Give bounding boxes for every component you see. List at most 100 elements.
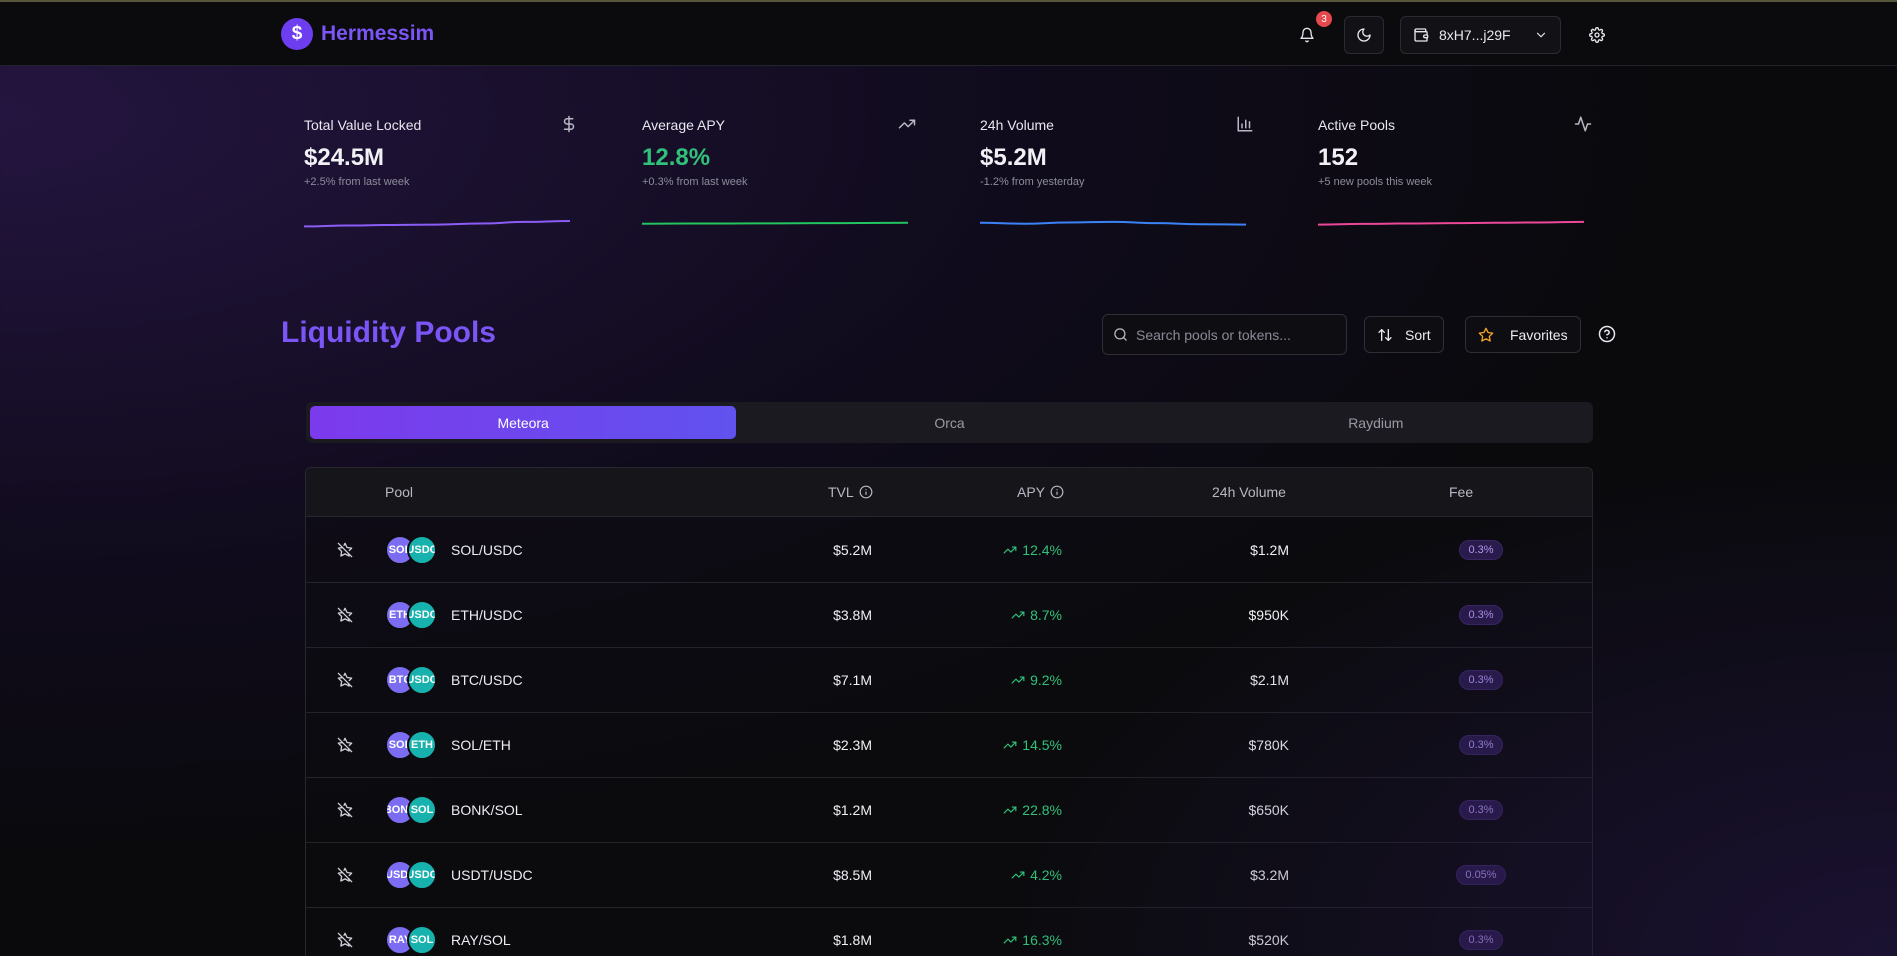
pool-apy-value: 12.4% [1022, 542, 1062, 558]
chevron-down-icon [1536, 32, 1546, 38]
table-row[interactable]: RAY SOL RAY/SOL $1.8M 16.3% $520K 0.3% [306, 908, 1592, 956]
col-volume[interactable]: 24h Volume [1212, 484, 1286, 500]
pool-pair[interactable]: USDT USDC USDT/USDC [385, 843, 533, 907]
pool-apy-value: 16.3% [1022, 932, 1062, 948]
notifications-button[interactable] [1294, 22, 1320, 48]
table-row[interactable]: BONK SOL BONK/SOL $1.2M 22.8% $650K 0.3% [306, 778, 1592, 843]
favorite-toggle[interactable] [330, 518, 360, 582]
fee-badge: 0.3% [1459, 735, 1503, 755]
pool-name: RAY/SOL [451, 932, 511, 948]
pool-pair[interactable]: BTC USDC BTC/USDC [385, 648, 523, 712]
bar-chart-icon [1237, 116, 1253, 132]
table-row[interactable]: SOL USDC SOL/USDC $5.2M 12.4% $1.2M 0.3% [306, 518, 1592, 583]
dex-tabs: Meteora Orca Raydium [306, 402, 1593, 443]
favorite-toggle[interactable] [330, 778, 360, 842]
theme-toggle-button[interactable] [1344, 16, 1384, 54]
tab-meteora[interactable]: Meteora [310, 406, 737, 439]
star-off-icon [337, 607, 353, 623]
stats-row: Total Value Locked $24.5M +2.5% from las… [296, 100, 1600, 240]
pool-name: SOL/USDC [451, 542, 523, 558]
token-b-icon: USDC [407, 600, 437, 630]
trending-up-icon [1003, 806, 1017, 814]
pool-fee: 0.3% [1411, 713, 1551, 777]
favorite-toggle[interactable] [330, 843, 360, 907]
col-apy[interactable]: APY [1017, 484, 1064, 500]
pool-apy-value: 14.5% [1022, 737, 1062, 753]
pool-fee: 0.3% [1411, 778, 1551, 842]
notification-count-badge: 3 [1316, 11, 1332, 27]
pool-tvl: $1.2M [833, 802, 872, 818]
token-pair-icons: BTC USDC [385, 665, 443, 695]
settings-button[interactable] [1584, 22, 1610, 48]
token-pair-icons: SOL USDC [385, 535, 443, 565]
pool-fee: 0.3% [1411, 648, 1551, 712]
pool-name: USDT/USDC [451, 867, 533, 883]
favorite-toggle[interactable] [330, 908, 360, 956]
favorite-toggle[interactable] [330, 713, 360, 777]
token-pair-icons: USDT USDC [385, 860, 443, 890]
stat-change: +5 new pools this week [1318, 176, 1433, 188]
pool-apy: 22.8% [1003, 778, 1062, 842]
info-icon[interactable] [1050, 485, 1064, 499]
pool-pair[interactable]: BONK SOL BONK/SOL [385, 778, 523, 842]
table-row[interactable]: SOL ETH SOL/ETH $2.3M 14.5% $780K 0.3% [306, 713, 1592, 778]
pool-tvl: $1.8M [833, 932, 872, 948]
token-b-icon: ETH [407, 730, 437, 760]
pool-pair[interactable]: ETH USDC ETH/USDC [385, 583, 523, 647]
fee-badge: 0.3% [1459, 800, 1503, 820]
favorite-toggle[interactable] [330, 583, 360, 647]
pool-tvl: $8.5M [833, 867, 872, 883]
col-pool[interactable]: Pool [385, 484, 413, 500]
token-b-icon: USDC [407, 665, 437, 695]
pool-volume: $3.2M [1250, 867, 1289, 883]
wallet-button[interactable]: 8xH7...j29F [1400, 16, 1561, 54]
pool-pair[interactable]: RAY SOL RAY/SOL [385, 908, 511, 956]
brand[interactable]: $ Hermessim [281, 18, 434, 50]
pool-tvl: $5.2M [833, 542, 872, 558]
search-input[interactable] [1136, 326, 1336, 343]
star-off-icon [337, 542, 353, 558]
favorites-button[interactable]: Favorites [1465, 316, 1581, 353]
stat-label: Active Pools [1318, 117, 1396, 133]
info-icon[interactable] [859, 485, 873, 499]
star-off-icon [337, 802, 353, 818]
moon-icon [1357, 28, 1371, 42]
pool-pair[interactable]: SOL ETH SOL/ETH [385, 713, 511, 777]
stat-change: -1.2% from yesterday [980, 176, 1085, 188]
wallet-address: 8xH7...j29F [1439, 27, 1511, 43]
table-row[interactable]: ETH USDC ETH/USDC $3.8M 8.7% $950K 0.3% [306, 583, 1592, 648]
stat-label: Average APY [642, 117, 726, 133]
pool-volume: $780K [1248, 737, 1289, 753]
pool-name: SOL/ETH [451, 737, 511, 753]
pool-apy-value: 4.2% [1030, 867, 1062, 883]
pool-name: ETH/USDC [451, 607, 523, 623]
table-row[interactable]: BTC USDC BTC/USDC $7.1M 9.2% $2.1M 0.3% [306, 648, 1592, 713]
pool-name: BONK/SOL [451, 802, 523, 818]
search-icon [1114, 328, 1127, 341]
stat-card-apy: Average APY 12.8% +0.3% from last week [634, 100, 924, 240]
sort-button[interactable]: Sort [1364, 316, 1444, 353]
pool-volume: $950K [1248, 607, 1289, 623]
pool-apy: 8.7% [1011, 583, 1062, 647]
favorite-toggle[interactable] [330, 648, 360, 712]
search-box[interactable] [1102, 314, 1347, 355]
tab-orca[interactable]: Orca [736, 406, 1162, 439]
help-circle-icon[interactable] [1598, 325, 1616, 343]
sparkline-volume [980, 220, 1246, 226]
col-tvl[interactable]: TVL [828, 484, 873, 500]
trending-up-icon [1011, 611, 1025, 619]
table-row[interactable]: USDT USDC USDT/USDC $8.5M 4.2% $3.2M 0.05% [306, 843, 1592, 908]
dollar-logo-icon: $ [281, 18, 313, 50]
pool-apy: 12.4% [1003, 518, 1062, 582]
token-b-icon: USDC [407, 860, 437, 890]
token-pair-icons: ETH USDC [385, 600, 443, 630]
trending-up-icon [898, 119, 916, 129]
token-pair-icons: BONK SOL [385, 795, 443, 825]
pool-apy: 14.5% [1003, 713, 1062, 777]
col-fee[interactable]: Fee [1449, 484, 1473, 500]
pool-fee: 0.3% [1411, 583, 1551, 647]
pool-pair[interactable]: SOL USDC SOL/USDC [385, 518, 523, 582]
tab-raydium[interactable]: Raydium [1163, 406, 1589, 439]
pool-tvl: $7.1M [833, 672, 872, 688]
dollar-icon [563, 115, 575, 133]
